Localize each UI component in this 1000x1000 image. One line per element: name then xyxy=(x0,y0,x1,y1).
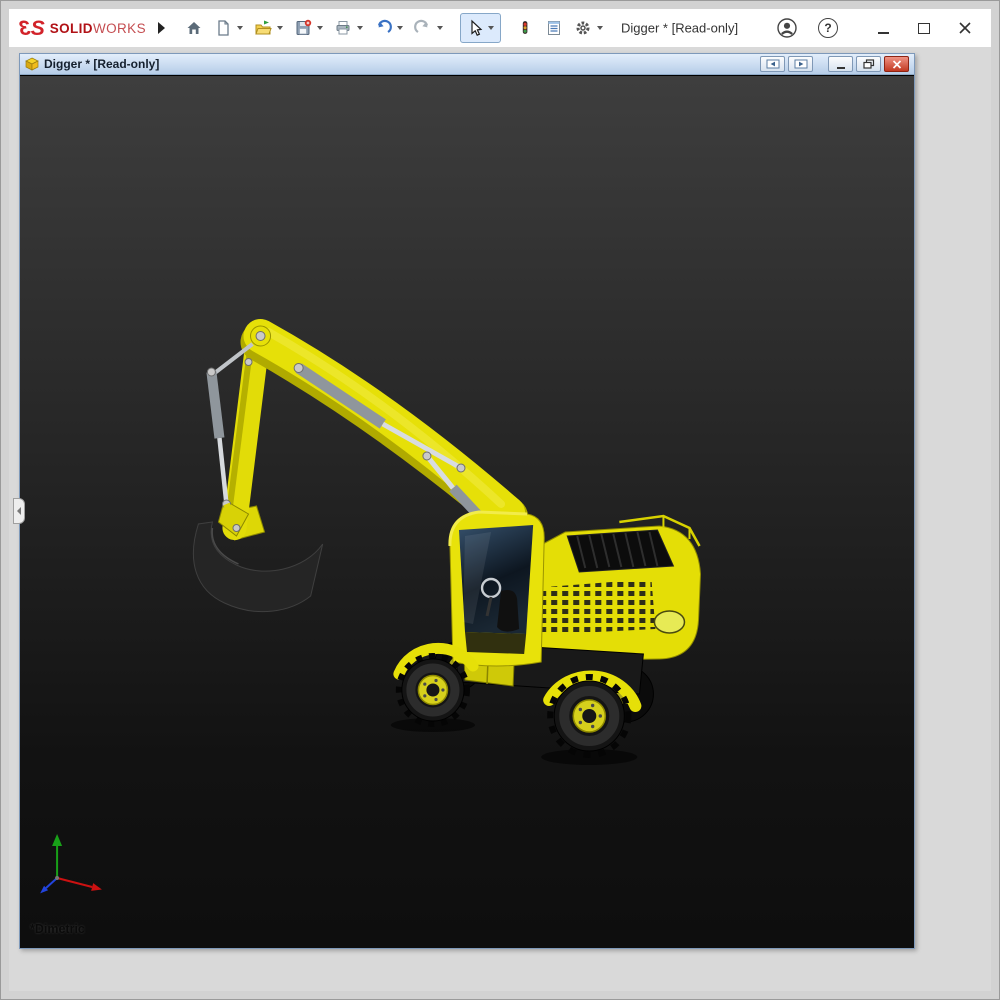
file-properties-icon xyxy=(545,19,563,37)
minimize-icon xyxy=(878,32,889,34)
print-icon xyxy=(334,19,352,37)
child-close-icon xyxy=(892,60,902,69)
3ds-logo-mark: 3S xyxy=(19,18,45,39)
breadcrumb-chevron-icon[interactable] xyxy=(158,22,165,34)
options-caret-icon[interactable] xyxy=(597,26,603,30)
orientation-triad xyxy=(40,834,102,893)
digger-model[interactable] xyxy=(193,326,700,765)
rear-wheel xyxy=(550,677,628,755)
home-icon xyxy=(185,19,203,37)
child-document-window: Digger * [Read-only] xyxy=(19,53,915,949)
main-toolbar: 3S SOLIDWORKS xyxy=(9,9,991,47)
save-caret-icon[interactable] xyxy=(317,26,323,30)
select-caret-icon[interactable] xyxy=(488,26,494,30)
user-account-button[interactable] xyxy=(775,16,799,40)
redo-icon xyxy=(414,19,432,37)
3d-scene[interactable] xyxy=(20,76,914,948)
child-restore-icon xyxy=(863,59,875,69)
open-button[interactable] xyxy=(250,14,276,42)
child-minimize-button[interactable] xyxy=(828,56,853,72)
print-caret-icon[interactable] xyxy=(357,26,363,30)
home-button[interactable] xyxy=(181,14,207,42)
help-icon: ? xyxy=(818,18,838,38)
child-restore-button[interactable] xyxy=(856,56,881,72)
new-document-button[interactable] xyxy=(210,14,236,42)
mdi-workspace: Digger * [Read-only] xyxy=(9,47,991,991)
brand-name: SOLIDWORKS xyxy=(50,21,146,36)
engine-deck xyxy=(533,516,700,661)
select-cursor-icon xyxy=(466,19,484,37)
undo-icon xyxy=(374,19,392,37)
pane-right-icon xyxy=(794,59,808,69)
caption-buttons: ? xyxy=(775,16,977,40)
file-properties-button[interactable] xyxy=(541,14,567,42)
options-gear-icon xyxy=(574,19,592,37)
child-window-title: Digger * [Read-only] xyxy=(44,57,159,71)
open-caret-icon[interactable] xyxy=(277,26,283,30)
graphics-viewport[interactable]: *Dimetric xyxy=(20,76,914,948)
solidworks-logo: 3S SOLIDWORKS xyxy=(19,18,146,39)
redo-button[interactable] xyxy=(410,14,436,42)
minimize-button[interactable] xyxy=(871,16,895,40)
solidworks-app-window: 3S SOLIDWORKS xyxy=(9,9,991,991)
child-caption-buttons xyxy=(760,56,909,72)
save-icon xyxy=(294,19,312,37)
open-icon xyxy=(254,19,272,37)
close-button[interactable] xyxy=(953,16,977,40)
bucket xyxy=(193,506,322,612)
print-button[interactable] xyxy=(330,14,356,42)
new-document-icon xyxy=(214,19,232,37)
save-button[interactable] xyxy=(290,14,316,42)
new-document-caret-icon[interactable] xyxy=(237,26,243,30)
status-light-button[interactable] xyxy=(512,14,538,42)
redo-caret-icon[interactable] xyxy=(437,26,443,30)
options-button[interactable] xyxy=(570,14,596,42)
undo-caret-icon[interactable] xyxy=(397,26,403,30)
document-title: Digger * [Read-only] xyxy=(621,21,738,36)
child-close-button[interactable] xyxy=(884,56,909,72)
front-wheel xyxy=(399,656,467,724)
status-light-icon xyxy=(516,19,534,37)
maximize-button[interactable] xyxy=(912,16,936,40)
featuremanager-collapse-tab[interactable] xyxy=(13,498,25,524)
view-orientation-label: *Dimetric xyxy=(30,922,85,936)
pane-left-button[interactable] xyxy=(760,56,785,72)
child-minimize-icon xyxy=(837,67,845,69)
user-account-icon xyxy=(776,17,798,39)
pane-left-icon xyxy=(766,59,780,69)
cab xyxy=(450,512,544,666)
close-icon xyxy=(958,21,972,35)
collapse-arrow-icon xyxy=(17,507,21,515)
undo-button[interactable] xyxy=(370,14,396,42)
part-cube-icon xyxy=(25,57,39,71)
child-window-titlebar[interactable]: Digger * [Read-only] xyxy=(20,54,914,75)
help-button[interactable]: ? xyxy=(816,16,840,40)
pane-right-button[interactable] xyxy=(788,56,813,72)
maximize-icon xyxy=(918,23,930,34)
window-frame: 3S SOLIDWORKS xyxy=(0,0,1000,1000)
select-tool-button[interactable] xyxy=(460,13,501,43)
